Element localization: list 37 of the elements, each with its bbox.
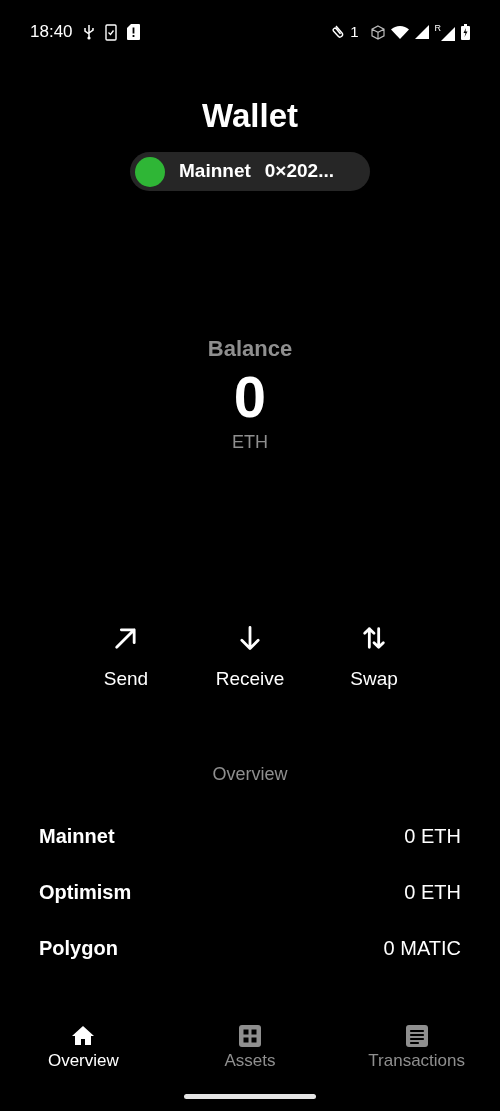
home-icon <box>71 1024 96 1048</box>
balance-label: Balance <box>207 335 293 363</box>
notification-count: 1 <box>350 21 359 42</box>
signal-icon <box>441 26 455 41</box>
grid-icon <box>238 1024 262 1048</box>
signal-icon <box>414 25 429 39</box>
page-title: Wallet <box>202 96 298 136</box>
swap-arrows-icon <box>360 624 388 652</box>
roaming-indicator: R <box>434 23 441 33</box>
network-balance: 0 MATIC <box>383 936 461 961</box>
network-name: Optimism <box>39 880 132 905</box>
battery-charging-icon <box>461 24 470 40</box>
home-indicator[interactable] <box>184 1094 316 1099</box>
nav-tab[interactable]: Overview <box>0 1024 167 1072</box>
balance-amount: 0 <box>233 366 267 428</box>
network-selector[interactable]: Mainnet 0×202... <box>130 152 370 191</box>
network-name: Mainnet <box>179 159 251 184</box>
phone-check-icon <box>104 23 117 41</box>
usb-icon <box>82 24 95 40</box>
action-button[interactable]: Send <box>81 624 171 690</box>
document-icon <box>404 1024 429 1048</box>
section-title: Overview <box>212 763 288 786</box>
wifi-icon <box>390 25 409 39</box>
status-time: 18:40 <box>30 21 73 44</box>
action-button[interactable]: Receive <box>205 624 295 690</box>
action-button[interactable]: Swap <box>329 624 419 690</box>
balance-unit: ETH <box>232 431 268 454</box>
nav-tab[interactable]: Assets <box>166 1024 334 1072</box>
link-icon <box>332 24 345 40</box>
nav-tab[interactable]: Transactions <box>333 1024 500 1072</box>
network-balance: 0 ETH <box>404 824 461 849</box>
cube-icon <box>370 24 385 40</box>
network-name: Mainnet <box>39 824 115 849</box>
network-balance: 0 ETH <box>404 880 461 905</box>
wallet-address: 0×202... <box>264 159 334 184</box>
network-name: Polygon <box>39 936 118 961</box>
sim-alert-icon <box>126 24 140 40</box>
